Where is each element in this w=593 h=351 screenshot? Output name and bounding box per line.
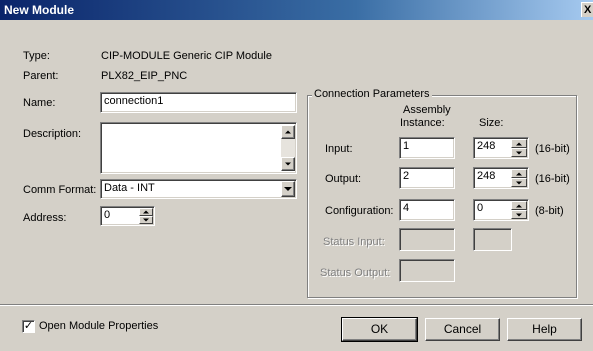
output-unit: (16-bit) <box>535 173 570 185</box>
connection-parameters-title: Connection Parameters <box>312 88 432 100</box>
description-label: Description: <box>23 128 82 140</box>
comm-format-select[interactable]: Data - INT <box>100 179 297 199</box>
spin-up-button[interactable] <box>511 139 527 148</box>
title-bar: New Module X <box>0 0 593 20</box>
arrow-down-icon <box>285 162 291 166</box>
status-input-size-field <box>473 228 512 251</box>
scroll-up-button[interactable] <box>281 125 295 139</box>
input-size-spinner[interactable] <box>511 139 527 157</box>
arrow-up-icon <box>285 130 291 134</box>
configuration-row-label: Configuration: <box>325 205 394 217</box>
arrow-down-icon <box>143 218 149 222</box>
close-icon[interactable]: X <box>581 2 593 17</box>
output-row-label: Output: <box>325 173 362 185</box>
spin-down-button[interactable] <box>511 210 527 219</box>
checkmark-icon: ✓ <box>23 320 34 332</box>
spin-down-button[interactable] <box>139 216 153 224</box>
spin-down-button[interactable] <box>511 178 527 187</box>
configuration-size-value: 0 <box>477 202 484 214</box>
scroll-track[interactable] <box>281 139 295 157</box>
configuration-size-spinner[interactable] <box>511 201 527 219</box>
output-size-spinner[interactable] <box>511 169 527 187</box>
arrow-down-icon <box>516 213 522 216</box>
arrow-down-icon <box>516 181 522 184</box>
comm-format-dropdown-button[interactable] <box>281 181 295 197</box>
configuration-instance-field[interactable]: 4 <box>399 199 455 221</box>
status-input-instance-field <box>399 228 455 251</box>
arrow-up-icon <box>516 142 522 145</box>
comm-format-label: Comm Format: <box>23 184 97 196</box>
status-output-label: Status Output: <box>320 267 391 279</box>
name-input[interactable]: connection1 <box>100 92 297 113</box>
spin-up-button[interactable] <box>139 208 153 216</box>
instance-header: Instance: <box>400 117 445 129</box>
status-output-instance-field <box>399 259 455 282</box>
status-input-label: Status Input: <box>323 236 385 248</box>
open-module-properties-checkbox[interactable]: ✓ <box>22 320 35 333</box>
comm-format-value: Data - INT <box>104 182 155 194</box>
input-size-value: 248 <box>477 140 496 152</box>
input-unit: (16-bit) <box>535 143 570 155</box>
input-instance-field[interactable]: 1 <box>399 137 455 159</box>
cancel-button[interactable]: Cancel <box>425 318 500 341</box>
type-value: CIP-MODULE Generic CIP Module <box>101 50 272 62</box>
spin-up-button[interactable] <box>511 169 527 178</box>
spin-down-button[interactable] <box>511 148 527 157</box>
arrow-up-icon <box>143 210 149 214</box>
input-row-label: Input: <box>325 143 353 155</box>
address-value: 0 <box>104 209 111 221</box>
assembly-header: Assembly <box>403 104 451 116</box>
type-label: Type: <box>23 50 50 62</box>
spin-up-button[interactable] <box>511 201 527 210</box>
description-textarea[interactable] <box>100 122 297 174</box>
address-label: Address: <box>23 212 67 224</box>
address-spinner[interactable] <box>139 208 153 224</box>
output-instance-field[interactable]: 2 <box>399 167 455 189</box>
size-header: Size: <box>479 117 504 129</box>
parent-value: PLX82_EIP_PNC <box>101 70 188 82</box>
parent-label: Parent: <box>23 70 59 82</box>
scroll-down-button[interactable] <box>281 157 295 171</box>
help-button[interactable]: Help <box>507 318 582 341</box>
output-size-value: 248 <box>477 170 496 182</box>
arrow-up-icon <box>516 204 522 207</box>
footer-separator <box>0 304 593 306</box>
window-title: New Module <box>4 3 75 17</box>
arrow-up-icon <box>516 172 522 175</box>
ok-button[interactable]: OK <box>341 317 418 342</box>
open-module-properties-label[interactable]: Open Module Properties <box>39 320 158 332</box>
configuration-unit: (8-bit) <box>535 205 564 217</box>
chevron-down-icon <box>284 187 292 191</box>
arrow-down-icon <box>516 151 522 154</box>
name-label: Name: <box>23 97 56 109</box>
